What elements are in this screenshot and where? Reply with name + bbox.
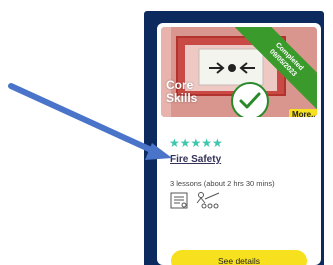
course-hero-image: Completed 09/05/2023 Core Skills More... <box>161 27 317 117</box>
document-icon <box>170 192 188 209</box>
category-title-line-2: Skills <box>166 91 198 105</box>
classroom-icon <box>196 192 220 209</box>
category-title: Core Skills <box>166 79 197 105</box>
checkmark-icon <box>231 82 269 117</box>
course-title-link[interactable]: Fire Safety <box>170 154 221 165</box>
rating-stars: ★★★★★ <box>169 136 223 150</box>
lessons-summary: 3 lessons (about 2 hrs 30 mins) <box>170 179 275 188</box>
course-card[interactable]: Completed 09/05/2023 Core Skills More...… <box>157 23 321 265</box>
see-details-button[interactable]: See details <box>171 250 307 265</box>
more-link[interactable]: More... <box>289 109 317 117</box>
screenshot-stage: Completed 09/05/2023 Core Skills More...… <box>0 0 333 265</box>
course-panel: Completed 09/05/2023 Core Skills More...… <box>144 11 324 265</box>
